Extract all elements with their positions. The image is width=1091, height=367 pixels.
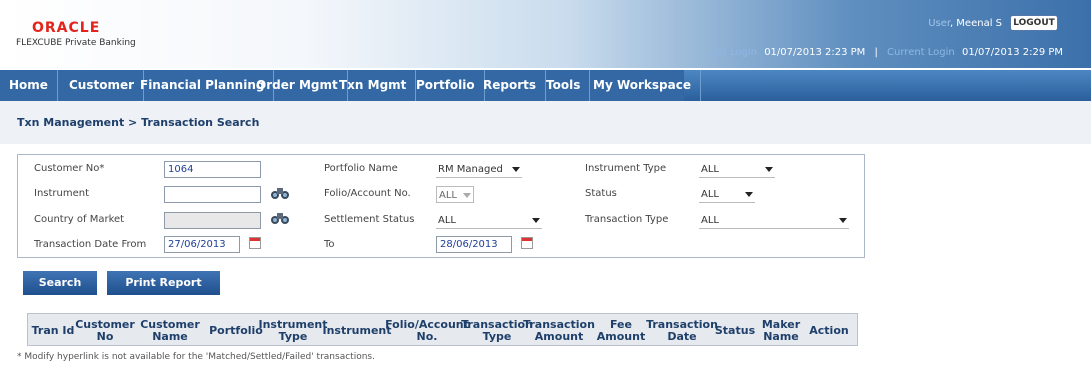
col-fee-amount[interactable]: Fee Amount xyxy=(596,314,646,347)
search-form: Customer No* 1064 Instrument Country of … xyxy=(17,154,865,258)
settlement-value: ALL xyxy=(438,215,456,226)
folio-label: Folio/Account No. xyxy=(324,188,411,199)
user-label: User xyxy=(928,18,951,29)
login-separator: | xyxy=(874,47,878,58)
col-instrument-type[interactable]: Instrument Type xyxy=(259,314,328,347)
breadcrumb: Txn Management > Transaction Search xyxy=(17,116,260,129)
product-name: FLEXCUBE Private Banking xyxy=(16,38,136,48)
user-name: , Meenal S xyxy=(949,18,1002,29)
footnote: * Modify hyperlink is not available for … xyxy=(17,352,375,362)
instrument-type-value: ALL xyxy=(701,164,719,175)
col-transaction-type[interactable]: Transaction Type xyxy=(461,314,533,347)
col-transaction-amount[interactable]: Transaction Amount xyxy=(523,314,595,347)
country-input[interactable] xyxy=(164,212,261,229)
settlement-select[interactable]: ALL xyxy=(436,212,542,229)
nav-portfolio[interactable]: Portfolio xyxy=(407,70,485,101)
search-button[interactable]: Search xyxy=(23,271,97,295)
folio-select[interactable]: ALL xyxy=(436,186,474,203)
current-login-label: Current Login xyxy=(887,47,955,58)
calendar-icon[interactable] xyxy=(521,237,533,249)
settlement-label: Settlement Status xyxy=(324,214,415,225)
chevron-down-icon xyxy=(765,167,773,172)
col-customer-name[interactable]: Customer Name xyxy=(139,314,201,347)
txn-type-value: ALL xyxy=(701,215,719,226)
app-header: ORACLE FLEXCUBE Private Banking User , M… xyxy=(0,0,1091,68)
nav-my-workspace[interactable]: My Workspace xyxy=(584,70,701,101)
chevron-down-icon xyxy=(512,167,520,172)
portfolio-name-label: Portfolio Name xyxy=(324,163,398,174)
oracle-logo: ORACLE xyxy=(32,20,101,36)
status-label: Status xyxy=(585,188,617,199)
col-action[interactable]: Action xyxy=(807,314,851,347)
portfolio-name-value: RM Managed xyxy=(438,164,503,175)
col-maker-name[interactable]: Maker Name xyxy=(759,314,803,347)
customer-no-input[interactable]: 1064 xyxy=(164,161,261,178)
calendar-icon[interactable] xyxy=(249,237,261,249)
chevron-down-icon xyxy=(839,218,847,223)
col-tran-id[interactable]: Tran Id xyxy=(31,314,75,347)
customer-no-label: Customer No* xyxy=(34,163,105,174)
nav-txn-mgmt[interactable]: Txn Mgmt xyxy=(330,70,417,101)
date-from-input[interactable]: 27/06/2013 xyxy=(164,236,240,253)
status-select[interactable]: ALL xyxy=(699,186,755,203)
to-label: To xyxy=(324,239,335,250)
col-transaction-date[interactable]: Transaction Date xyxy=(646,314,718,347)
portfolio-name-select[interactable]: RM Managed xyxy=(436,161,522,178)
chevron-down-icon xyxy=(532,218,540,223)
last-login-label: Last Login xyxy=(706,47,757,58)
instrument-type-select[interactable]: ALL xyxy=(699,161,775,178)
country-label: Country of Market xyxy=(34,214,125,225)
instrument-label: Instrument xyxy=(34,188,90,199)
current-login-value: 01/07/2013 2:29 PM xyxy=(961,47,1064,58)
logout-button[interactable]: LOGOUT xyxy=(1010,15,1058,31)
chevron-down-icon xyxy=(463,193,471,198)
nav-tools[interactable]: Tools xyxy=(537,70,591,101)
status-value: ALL xyxy=(701,189,719,200)
col-folio-account[interactable]: Folio/Account No. xyxy=(385,314,469,347)
binoculars-icon[interactable] xyxy=(270,211,290,225)
nav-home[interactable]: Home xyxy=(0,70,58,101)
col-customer-no[interactable]: Customer No xyxy=(75,314,135,347)
instrument-input[interactable] xyxy=(164,186,261,203)
main-nav: Home Customer Financial Planning Order M… xyxy=(0,70,1091,101)
results-table-header: Tran Id Customer No Customer Name Portfoli… xyxy=(27,313,858,346)
txn-type-select[interactable]: ALL xyxy=(699,212,849,229)
folio-value: ALL xyxy=(439,190,457,201)
binoculars-icon[interactable] xyxy=(270,186,290,200)
col-instrument[interactable]: Instrument xyxy=(323,314,392,347)
date-to-input[interactable]: 28/06/2013 xyxy=(436,236,512,253)
txn-type-label: Transaction Type xyxy=(585,214,669,225)
nav-reports[interactable]: Reports xyxy=(474,70,547,101)
print-report-button[interactable]: Print Report xyxy=(107,271,220,295)
chevron-down-icon xyxy=(745,192,753,197)
col-portfolio[interactable]: Portfolio xyxy=(209,314,263,347)
last-login-value: 01/07/2013 2:23 PM xyxy=(764,47,866,58)
date-from-label: Transaction Date From xyxy=(34,239,147,250)
instrument-type-label: Instrument Type xyxy=(585,163,667,174)
col-status[interactable]: Status xyxy=(714,314,756,347)
